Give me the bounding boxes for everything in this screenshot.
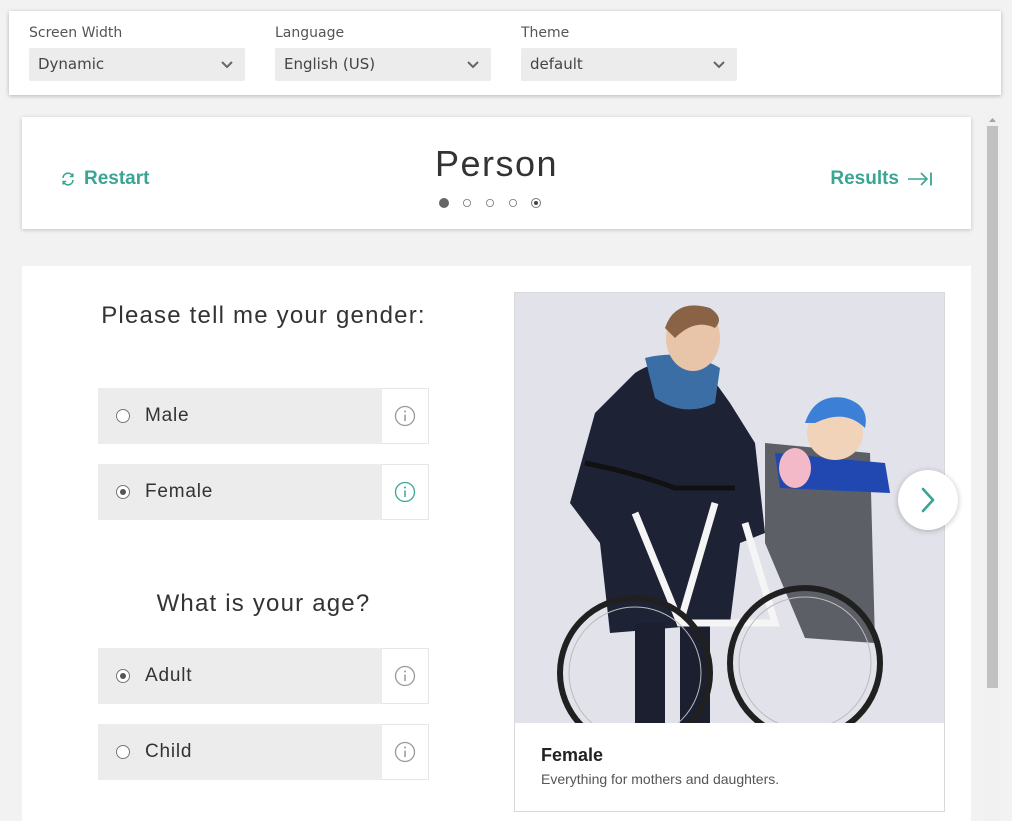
theme-label: Theme — [521, 25, 570, 41]
step-dot[interactable] — [486, 199, 494, 207]
option-child[interactable]: Child — [98, 724, 429, 780]
main-card: Please tell me your gender: Male Female — [22, 266, 971, 821]
option-label: Female — [145, 481, 214, 502]
option-female-select[interactable]: Female — [98, 464, 382, 520]
option-adult-select[interactable]: Adult — [98, 648, 382, 704]
screen-width-label: Screen Width — [29, 25, 123, 41]
info-icon — [394, 405, 416, 427]
option-female[interactable]: Female — [98, 464, 429, 520]
info-icon — [394, 665, 416, 687]
radio-button[interactable] — [116, 745, 130, 759]
arrow-to-end-icon — [907, 171, 933, 187]
product-card[interactable]: Female Everything for mothers and daught… — [514, 292, 945, 812]
option-label: Child — [145, 741, 193, 762]
language-select[interactable]: English (US) — [275, 48, 491, 81]
option-adult[interactable]: Adult — [98, 648, 429, 704]
step-dot[interactable] — [531, 198, 541, 208]
chevron-right-icon — [921, 487, 935, 513]
chevron-down-icon — [221, 59, 233, 71]
radio-button[interactable] — [116, 409, 130, 423]
step-indicator — [439, 198, 554, 208]
chevron-down-icon — [713, 59, 725, 71]
theme-select[interactable]: default — [521, 48, 737, 81]
option-label: Male — [145, 405, 190, 426]
product-description: Everything for mothers and daughters. — [541, 771, 780, 787]
option-male[interactable]: Male — [98, 388, 429, 444]
age-question: What is your age? — [156, 590, 371, 617]
page-title: Person — [434, 143, 559, 184]
theme-value: default — [530, 55, 583, 73]
language-setting: Language English (US) — [275, 23, 491, 81]
scroll-up-arrow-icon[interactable] — [985, 112, 1000, 126]
info-icon — [394, 741, 416, 763]
scrollbar-thumb[interactable] — [987, 126, 998, 688]
vertical-scrollbar[interactable] — [985, 112, 1000, 821]
screen-width-setting: Screen Width Dynamic — [29, 23, 245, 81]
info-button[interactable] — [382, 648, 429, 704]
product-title: Female — [541, 745, 604, 765]
chevron-down-icon — [467, 59, 479, 71]
option-male-select[interactable]: Male — [98, 388, 382, 444]
next-product-button[interactable] — [898, 470, 958, 530]
step-dot[interactable] — [509, 199, 517, 207]
info-button[interactable] — [382, 388, 429, 444]
info-button[interactable] — [382, 464, 429, 520]
results-label: Results — [830, 168, 899, 189]
option-label: Adult — [145, 665, 193, 686]
product-photo — [515, 293, 944, 723]
settings-bar: Screen Width Dynamic Language English (U… — [9, 11, 1001, 95]
language-label: Language — [275, 25, 345, 41]
screen-width-value: Dynamic — [38, 55, 105, 73]
screen-width-select[interactable]: Dynamic — [29, 48, 245, 81]
radio-button[interactable] — [116, 669, 130, 683]
radio-button[interactable] — [116, 485, 130, 499]
info-icon — [394, 481, 416, 503]
step-dot[interactable] — [463, 199, 471, 207]
info-button[interactable] — [382, 724, 429, 780]
option-child-select[interactable]: Child — [98, 724, 382, 780]
gender-question: Please tell me your gender: — [101, 302, 426, 329]
theme-setting: Theme default — [521, 23, 737, 81]
step-dot[interactable] — [439, 198, 449, 208]
header-card: Restart Person Results — [22, 117, 971, 229]
results-button[interactable]: Results — [830, 168, 933, 190]
language-value: English (US) — [284, 55, 376, 73]
